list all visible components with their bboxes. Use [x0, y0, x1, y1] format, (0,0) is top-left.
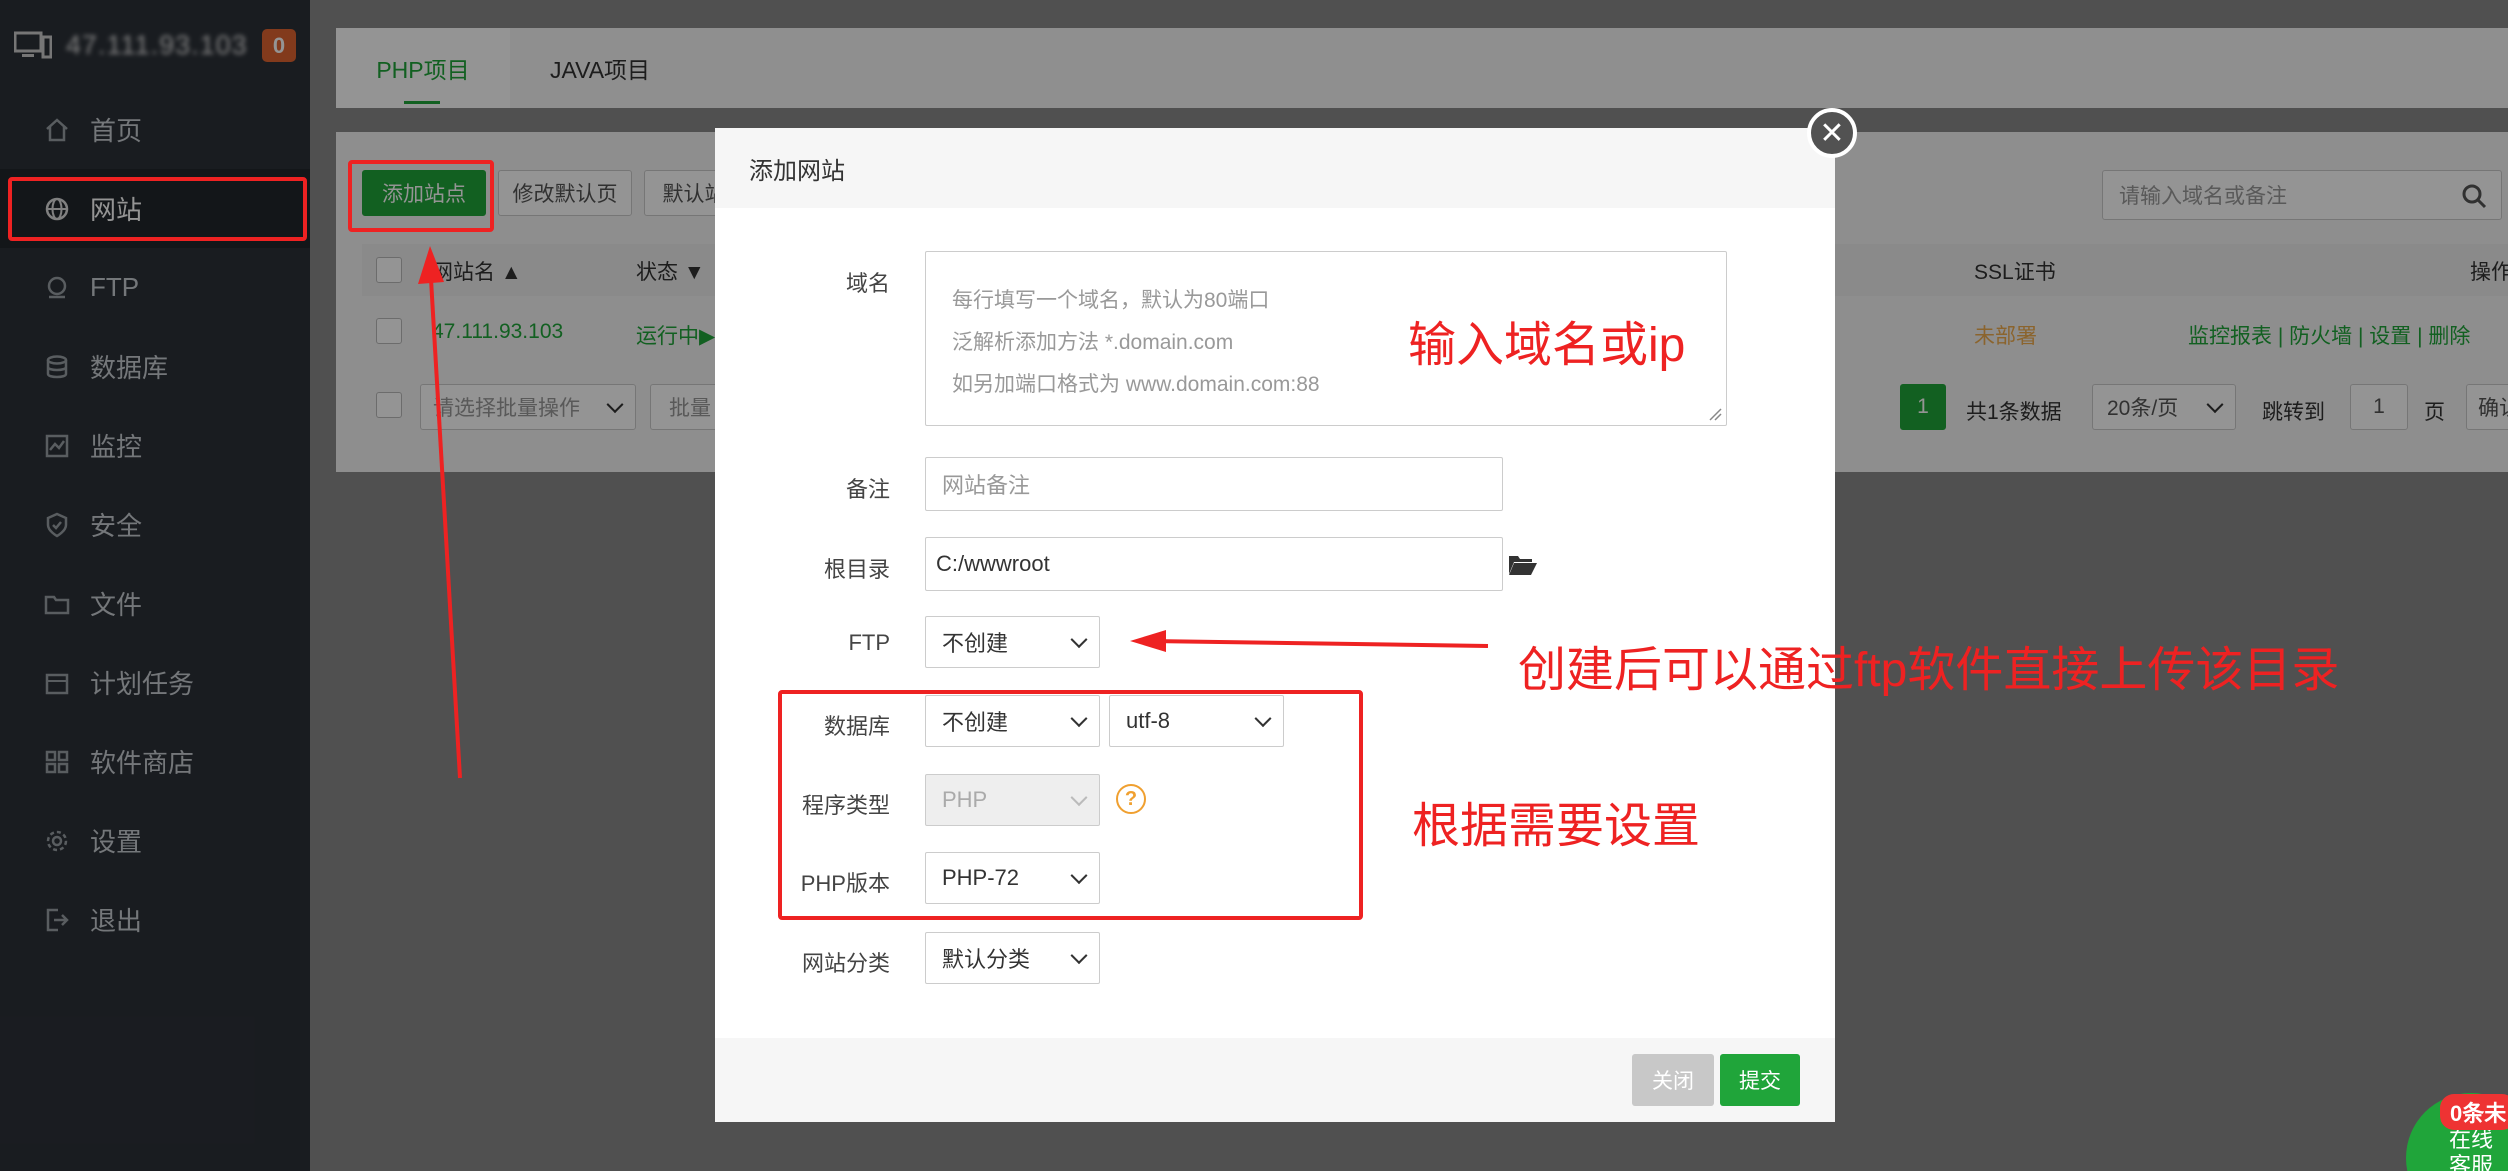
annotation-ftp: 创建后可以通过ftp软件直接上传该目录 [1518, 644, 2340, 697]
unread-message-badge[interactable]: 0条未 [2440, 1094, 2508, 1130]
annotation-settings: 根据需要设置 [1412, 800, 1701, 853]
annotation-domain: 输入域名或ip [1408, 319, 1686, 372]
annotation-arrows [418, 246, 1489, 779]
